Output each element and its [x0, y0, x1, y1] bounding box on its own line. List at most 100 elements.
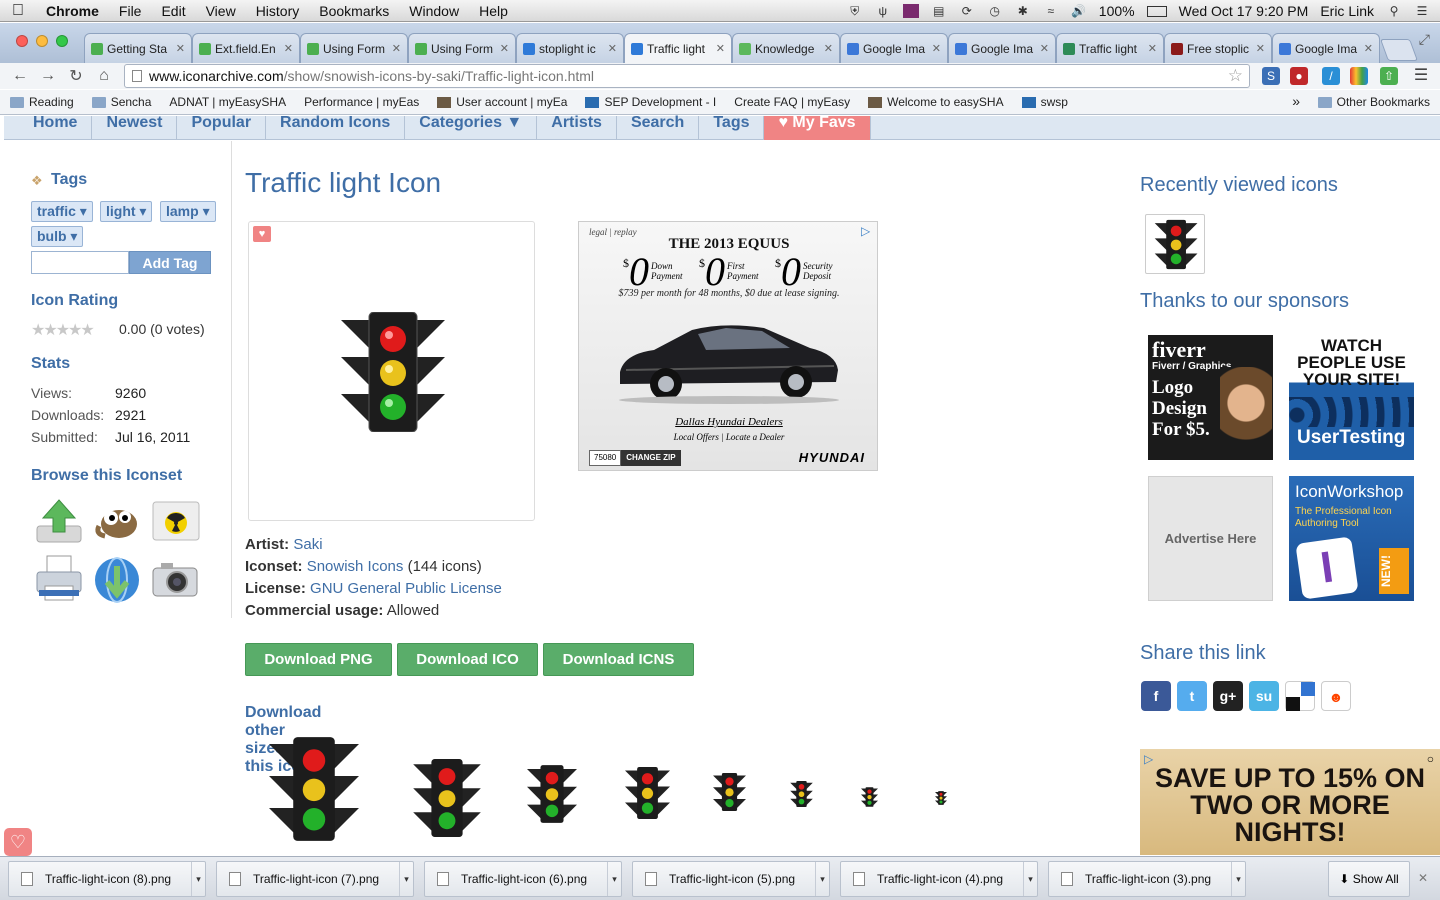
download-menu-caret-icon[interactable]: ▾ [191, 862, 205, 896]
usertesting-sponsor[interactable]: WATCH PEOPLE USE YOUR SITE! UserTesting [1289, 335, 1414, 460]
site-nav-item[interactable]: ♥ My Favs [764, 115, 871, 140]
download-ico-button[interactable]: Download ICO [397, 643, 538, 676]
extension-grid-icon[interactable] [1350, 67, 1368, 85]
download-menu-caret-icon[interactable]: ▾ [815, 862, 829, 896]
artist-link[interactable]: Saki [293, 536, 322, 553]
wifi-icon[interactable]: ≈ [1043, 4, 1059, 18]
ad-dealer-link[interactable]: Dallas Hyundai Dealers [579, 416, 877, 428]
bookmark-item[interactable]: Sencha [91, 95, 151, 109]
menu-edit[interactable]: Edit [151, 3, 195, 19]
add-tag-input[interactable] [31, 251, 129, 274]
extension-car-icon[interactable]: ● [1290, 67, 1308, 85]
camera-icon[interactable] [149, 554, 203, 606]
globe-download-icon[interactable] [91, 554, 145, 606]
traffic-light-size-icon[interactable] [861, 787, 878, 807]
download-item[interactable]: Traffic-light-icon (5).png ▾ [632, 861, 830, 897]
download-menu-caret-icon[interactable]: ▾ [1231, 862, 1245, 896]
tab-close-icon[interactable]: ✕ [500, 42, 509, 55]
stumbleupon-share-icon[interactable]: su [1249, 681, 1279, 711]
site-nav-item[interactable]: Tags [699, 115, 765, 140]
tab-close-icon[interactable]: ✕ [392, 42, 401, 55]
site-nav-item[interactable]: Search [617, 115, 700, 140]
menu-file[interactable]: File [109, 3, 152, 19]
license-link[interactable]: GNU General Public License [310, 580, 502, 597]
menu-window[interactable]: Window [399, 3, 469, 19]
traffic-light-size-icon[interactable] [269, 737, 359, 841]
fullscreen-icon[interactable]: ⤢ [1419, 31, 1430, 48]
browser-tab[interactable]: Knowledge ✕ [732, 33, 840, 63]
favorites-heart-icon[interactable]: ♡ [4, 828, 32, 856]
browser-tab[interactable]: Google Ima ✕ [840, 33, 948, 63]
browser-tab[interactable]: Using Form ✕ [300, 33, 408, 63]
battery-percent[interactable]: 100% [1099, 3, 1135, 19]
bookmark-item[interactable]: swsp [1021, 95, 1068, 109]
bookmark-item[interactable]: ADNAT | myEasySHA [4, 95, 286, 244]
forward-arrow-icon[interactable]: → [34, 67, 62, 85]
download-png-button[interactable]: Download PNG [245, 643, 392, 676]
extension-blue-icon[interactable]: / [1322, 67, 1340, 85]
volume-icon[interactable]: 🔊 [1071, 4, 1087, 18]
other-bookmarks[interactable]: Other Bookmarks [1317, 95, 1430, 109]
site-nav-item[interactable]: Artists [537, 115, 617, 140]
app-icon[interactable] [902, 4, 919, 18]
browser-tab[interactable]: Traffic light ✕ [624, 33, 732, 63]
download-menu-caret-icon[interactable]: ▾ [1023, 862, 1037, 896]
tag-traffic[interactable]: traffic ▾ [31, 201, 93, 222]
browser-tab[interactable]: Free stoplic ✕ [1164, 33, 1272, 63]
sync-icon[interactable]: ⟳ [959, 4, 975, 18]
antenna-icon[interactable]: ψ [875, 4, 891, 18]
browser-tab[interactable]: stoplight ic ✕ [516, 33, 624, 63]
memory-icon[interactable]: ▤ [931, 4, 947, 18]
site-nav-item[interactable]: Random Icons [266, 115, 406, 140]
tag-light[interactable]: light ▾ [100, 201, 153, 222]
ad-close-icon[interactable]: ○ [1427, 752, 1434, 766]
recent-traffic-light-thumb[interactable] [1145, 214, 1205, 274]
browser-tab[interactable]: Getting Sta ✕ [84, 33, 192, 63]
twitter-share-icon[interactable]: t [1177, 681, 1207, 711]
shield-icon[interactable]: ⛨ [847, 4, 863, 18]
site-nav-item[interactable]: Popular [177, 115, 267, 140]
close-downloads-icon[interactable]: ✕ [1418, 871, 1428, 885]
tag-bulb[interactable]: bulb ▾ [31, 226, 84, 247]
gimp-icon[interactable] [91, 496, 145, 548]
traffic-light-size-icon[interactable] [935, 791, 947, 805]
browser-tab[interactable]: Google Ima ✕ [948, 33, 1056, 63]
googleplus-share-icon[interactable]: g+ [1213, 681, 1243, 711]
advertise-here[interactable]: Advertise Here [1148, 476, 1273, 601]
download-menu-caret-icon[interactable]: ▾ [607, 862, 621, 896]
battery-icon[interactable] [1146, 5, 1167, 17]
show-all-downloads-button[interactable]: ⬇ Show All [1328, 861, 1410, 897]
more-bookmarks-chevron-icon[interactable]: » [1292, 93, 1300, 109]
time-machine-icon[interactable]: ◷ [987, 4, 1003, 18]
bookmark-item[interactable]: Create FAQ | myEasy [4, 95, 850, 244]
back-arrow-icon[interactable]: ← [6, 67, 34, 85]
bookmark-item[interactable]: User account | myEa [437, 95, 567, 109]
site-nav-item[interactable]: Categories ▼ [405, 115, 538, 140]
tag-lamp[interactable]: lamp ▾ [160, 201, 216, 222]
extension-stumble-icon[interactable]: S [1262, 67, 1280, 85]
traffic-light-size-icon[interactable] [790, 781, 813, 807]
tab-close-icon[interactable]: ✕ [716, 42, 725, 55]
delicious-share-icon[interactable] [1285, 681, 1315, 711]
browser-tab[interactable]: Ext.field.En ✕ [192, 33, 300, 63]
bookmark-item[interactable]: SEP Development - I [585, 95, 716, 109]
facebook-share-icon[interactable]: f [1141, 681, 1171, 711]
reddit-share-icon[interactable]: ☻ [1321, 681, 1351, 711]
bookmark-item[interactable]: Performance | myEas [4, 95, 419, 244]
download-icns-button[interactable]: Download ICNS [543, 643, 694, 676]
tab-close-icon[interactable]: ✕ [1148, 42, 1157, 55]
download-item[interactable]: Traffic-light-icon (4).png ▾ [840, 861, 1038, 897]
traffic-light-size-icon[interactable] [413, 759, 481, 837]
close-window-button[interactable] [16, 35, 28, 47]
ad-zip-code[interactable]: 75080 [589, 450, 622, 466]
iconset-link[interactable]: Snowish Icons [307, 558, 404, 575]
zoom-window-button[interactable] [56, 35, 68, 47]
tab-close-icon[interactable]: ✕ [824, 42, 833, 55]
user-name[interactable]: Eric Link [1320, 3, 1374, 19]
bookmark-item[interactable]: Reading [10, 95, 74, 109]
apple-menu-icon[interactable]:  [0, 2, 36, 20]
site-nav-item[interactable]: Newest [92, 115, 178, 140]
tab-close-icon[interactable]: ✕ [608, 42, 617, 55]
tab-close-icon[interactable]: ✕ [1040, 42, 1049, 55]
fiverr-sponsor[interactable]: fiverr Fiverr / Graphics Logo Design For… [1148, 335, 1273, 460]
